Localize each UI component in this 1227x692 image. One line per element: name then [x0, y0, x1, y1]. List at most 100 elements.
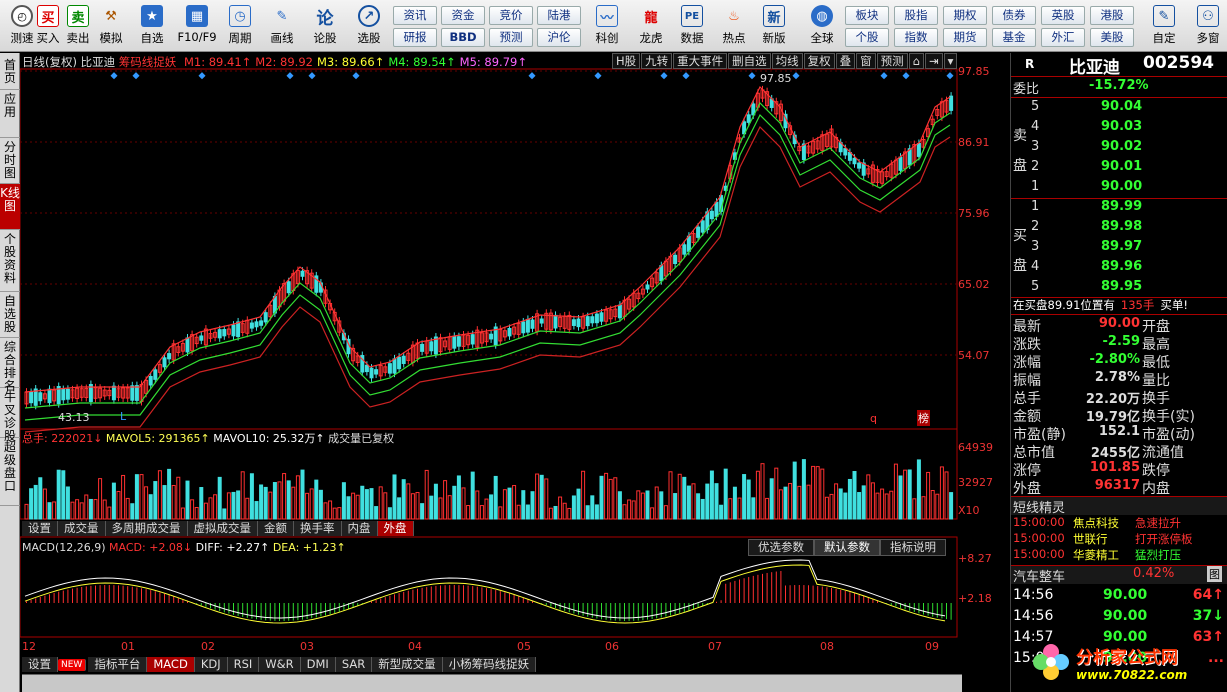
stock-pick-button[interactable]: ↗ 选股: [347, 3, 391, 49]
kline-chart[interactable]: [20, 53, 1010, 692]
new-version-button[interactable]: 新 新版: [752, 3, 796, 49]
data-button[interactable]: PE 数据: [670, 3, 714, 49]
volume-tab[interactable]: 换手率: [294, 521, 342, 536]
candle-body: [553, 314, 558, 329]
chart-tool-button[interactable]: 窗: [856, 53, 876, 69]
signal-diamond: [792, 72, 800, 80]
tab-watchlist[interactable]: 自选股: [0, 292, 20, 338]
star-market-button[interactable]: 〰 科创: [585, 3, 629, 49]
period-button[interactable]: ◷ 周期: [218, 3, 262, 49]
funds-button[interactable]: 资金: [441, 6, 485, 25]
volume-bar: [29, 488, 34, 520]
sector-button[interactable]: 板块: [845, 6, 889, 25]
indicator-tab[interactable]: 新型成交量: [372, 657, 443, 672]
indicator-tab[interactable]: 小杨筹码线捉妖: [442, 657, 537, 672]
chart-tool-button[interactable]: 均线: [771, 53, 803, 69]
indicator-tab[interactable]: RSI: [227, 657, 260, 672]
chart-tool-button[interactable]: 叠: [835, 53, 856, 69]
forex-button[interactable]: 外汇: [1041, 28, 1085, 47]
volume-bar: [369, 488, 374, 520]
spirit-event: 急速拉升: [1135, 516, 1181, 530]
shanghai-london-button[interactable]: 沪伦: [537, 28, 581, 47]
discuss-button[interactable]: 论 论股: [303, 3, 347, 49]
watchlist-button[interactable]: ★ 自选: [130, 3, 174, 49]
funds-market-button[interactable]: 基金: [992, 28, 1036, 47]
macd-param-button[interactable]: 默认参数: [814, 539, 880, 556]
volume-tab[interactable]: 成交量: [58, 521, 106, 536]
volume-tab[interactable]: 多周期成交量: [105, 521, 188, 536]
hotspot-button[interactable]: ♨ 热点: [712, 3, 756, 49]
bonds-button[interactable]: 债券: [992, 6, 1036, 25]
forecast-button[interactable]: 预测: [489, 28, 533, 47]
hk-stocks-button[interactable]: 港股: [1090, 6, 1134, 25]
f10-button[interactable]: ▦ F10/F9: [174, 3, 220, 49]
options-button[interactable]: 期权: [943, 6, 987, 25]
multi-window-button[interactable]: ⚇ 多窗: [1188, 3, 1227, 49]
bid-level: 5: [1031, 279, 1040, 294]
volume-bar: [328, 500, 333, 520]
tab-home[interactable]: 首页: [0, 56, 20, 90]
tab-diagnosis[interactable]: 牛叉诊股: [0, 388, 20, 443]
chart-tool-button[interactable]: 重大事件: [673, 53, 728, 69]
volume-bar: [24, 503, 29, 520]
macd-param-button[interactable]: 指标说明: [880, 539, 946, 556]
us-stocks-button[interactable]: 美股: [1090, 28, 1134, 47]
indicator-tab[interactable]: KDJ: [194, 657, 228, 672]
volume-bar: [512, 485, 517, 520]
tab-intraday[interactable]: 分时图: [0, 138, 20, 184]
chart-tool-button[interactable]: 预测: [876, 53, 908, 69]
indicator-tab[interactable]: W&R: [259, 657, 301, 672]
spirit-event: 猛烈打压: [1135, 548, 1181, 562]
research-button[interactable]: 研报: [393, 28, 437, 47]
globe-button[interactable]: ◍ 全球: [800, 3, 844, 49]
spirit-row[interactable]: 15:00:00 华菱精工 猛烈打压: [1011, 547, 1227, 565]
futures-button[interactable]: 期货: [943, 28, 987, 47]
indicator-tab[interactable]: MACD: [147, 657, 195, 672]
volume-tab[interactable]: 设置: [22, 521, 58, 536]
chart-tool-button[interactable]: H股: [612, 53, 641, 69]
candle-body: [130, 385, 135, 401]
chart-tool-button[interactable]: 九转: [641, 53, 673, 69]
volume-bar: [576, 488, 581, 520]
indicator-name[interactable]: 筹码线捉妖: [119, 55, 177, 69]
tab-kline[interactable]: K线图: [0, 184, 20, 230]
chart-tool-button[interactable]: 复权: [803, 53, 835, 69]
draw-line-button[interactable]: ✎ 画线: [260, 3, 304, 49]
simulate-button[interactable]: ⚒ 模拟: [89, 3, 133, 49]
chart-tool-button[interactable]: 删自选: [728, 53, 771, 69]
volume-tab[interactable]: 内盘: [341, 521, 378, 536]
webi-label: 委比: [1013, 82, 1040, 97]
tab-apps[interactable]: 应用: [0, 90, 20, 138]
customize-button[interactable]: ✎ 自定: [1142, 3, 1186, 49]
uk-stocks-button[interactable]: 英股: [1041, 6, 1085, 25]
volume-bar: [935, 493, 940, 520]
dropdown-icon[interactable]: ▾: [943, 53, 958, 69]
macd-param-button[interactable]: 优选参数: [748, 539, 814, 556]
stat-label: 最新: [1013, 319, 1041, 335]
tick-row: 14:56 90.00 37↓: [1011, 608, 1227, 626]
tab-super-panel[interactable]: 超级盘口: [0, 438, 20, 506]
tab-stock-profile[interactable]: 个股资料: [0, 230, 20, 292]
dragon-tiger-button[interactable]: 龍 龙虎: [629, 3, 673, 49]
indicator-tab[interactable]: 设置: [22, 657, 58, 672]
hk-connect-button[interactable]: 陆港: [537, 6, 581, 25]
individual-stocks-button[interactable]: 个股: [845, 28, 889, 47]
news-button[interactable]: 资讯: [393, 6, 437, 25]
sector-chart-button[interactable]: 图: [1207, 566, 1222, 582]
collapse-icon[interactable]: ⇥: [924, 53, 943, 69]
indicator-tab[interactable]: 指标平台: [88, 657, 148, 672]
home-icon[interactable]: ⌂: [908, 53, 924, 69]
sector-name[interactable]: 汽车整车: [1013, 570, 1065, 585]
ma-label: M5: 89.79↑: [459, 55, 527, 69]
volume-tab[interactable]: 虚拟成交量: [187, 521, 258, 536]
volume-tab[interactable]: 外盘: [377, 521, 414, 536]
volume-tab[interactable]: 金额: [258, 521, 294, 536]
bbd-button[interactable]: BBD: [441, 28, 485, 47]
volume-bar: [429, 495, 434, 520]
indicator-tab[interactable]: SAR: [335, 657, 373, 672]
index-futures-button[interactable]: 股指: [894, 6, 938, 25]
indicator-tab[interactable]: DMI: [300, 657, 336, 672]
auction-button[interactable]: 竞价: [489, 6, 533, 25]
index-button[interactable]: 指数: [894, 28, 938, 47]
tab-ranking[interactable]: 综合排名: [0, 338, 20, 393]
